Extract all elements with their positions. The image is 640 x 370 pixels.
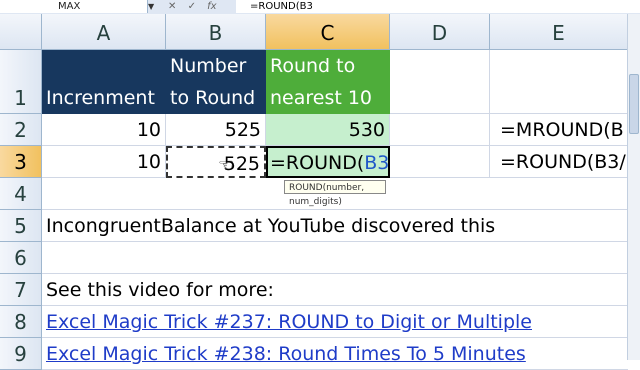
- cell-d2[interactable]: [390, 114, 490, 146]
- formula-bar-icons: ✕ ✓ fx: [168, 0, 225, 13]
- scrollbar-thumb[interactable]: [629, 74, 639, 134]
- cell-b1-line2: to Round: [170, 87, 256, 109]
- cell-b1-line1: Number: [170, 55, 247, 77]
- column-header-b[interactable]: B: [166, 14, 266, 50]
- cell-a3[interactable]: 10: [42, 146, 166, 178]
- cell-d1[interactable]: [390, 50, 490, 114]
- cell-a7[interactable]: See this video for more:: [42, 274, 628, 306]
- row-header-1[interactable]: 1: [0, 50, 42, 114]
- cell-c3-formula-prefix: =ROUND(: [270, 152, 365, 174]
- select-all-corner[interactable]: [0, 14, 42, 50]
- cell-c3[interactable]: =ROUND(B3: [266, 146, 391, 178]
- cell-a5[interactable]: IncongruentBalance at YouTube discovered…: [42, 210, 628, 242]
- cancel-icon[interactable]: ✕: [168, 0, 176, 13]
- cell-a9[interactable]: Excel Magic Trick #238: Round Times To 5…: [42, 338, 628, 370]
- cell-e3[interactable]: =ROUND(B3/: [490, 146, 628, 178]
- row-header-7[interactable]: 7: [0, 274, 42, 306]
- cell-c1[interactable]: Round to nearest 10: [266, 50, 390, 114]
- cell-a8[interactable]: Excel Magic Trick #237: ROUND to Digit o…: [42, 306, 628, 338]
- row-header-2[interactable]: 2: [0, 114, 42, 146]
- row-header-3[interactable]: 3: [0, 146, 42, 178]
- cell-c3-formula-ref: B3: [364, 152, 390, 174]
- row-header-9[interactable]: 9: [0, 338, 42, 370]
- chevron-down-icon[interactable]: ▼: [148, 2, 156, 11]
- row-6-empty[interactable]: [42, 242, 628, 274]
- cell-a1[interactable]: Increnment: [42, 50, 166, 114]
- cell-c2[interactable]: 530: [266, 114, 390, 146]
- cell-c1-line2: nearest 10: [270, 87, 373, 109]
- column-header-a[interactable]: A: [42, 14, 166, 50]
- column-header-c[interactable]: C: [266, 14, 390, 50]
- vertical-scrollbar[interactable]: [627, 14, 640, 360]
- cell-d3[interactable]: [390, 146, 490, 178]
- enter-icon[interactable]: ✓: [188, 0, 196, 13]
- cell-b3[interactable]: ☜ 525: [166, 146, 266, 178]
- cell-e1[interactable]: [490, 50, 628, 114]
- cell-b2[interactable]: 525: [166, 114, 266, 146]
- cell-e2[interactable]: =MROUND(B: [490, 114, 628, 146]
- video-link-238[interactable]: Excel Magic Trick #238: Round Times To 5…: [46, 343, 526, 365]
- formula-input[interactable]: =ROUND(B3: [236, 0, 640, 13]
- row-header-5[interactable]: 5: [0, 210, 42, 242]
- row-4-empty[interactable]: [42, 178, 628, 210]
- row-header-6[interactable]: 6: [0, 242, 42, 274]
- row-header-8[interactable]: 8: [0, 306, 42, 338]
- cell-b1[interactable]: Number to Round: [166, 50, 266, 114]
- name-box-value: MAX: [58, 1, 81, 12]
- insert-function-icon[interactable]: fx: [207, 0, 216, 13]
- cell-c1-line1: Round to: [270, 55, 356, 77]
- cell-a2[interactable]: 10: [42, 114, 166, 146]
- formula-bar: MAX ▼ ✕ ✓ fx =ROUND(B3: [0, 0, 640, 15]
- video-link-237[interactable]: Excel Magic Trick #237: ROUND to Digit o…: [46, 311, 532, 333]
- column-header-d[interactable]: D: [390, 14, 490, 50]
- name-box[interactable]: MAX: [0, 0, 148, 13]
- column-header-e[interactable]: E: [490, 14, 628, 50]
- row-header-4[interactable]: 4: [0, 178, 42, 210]
